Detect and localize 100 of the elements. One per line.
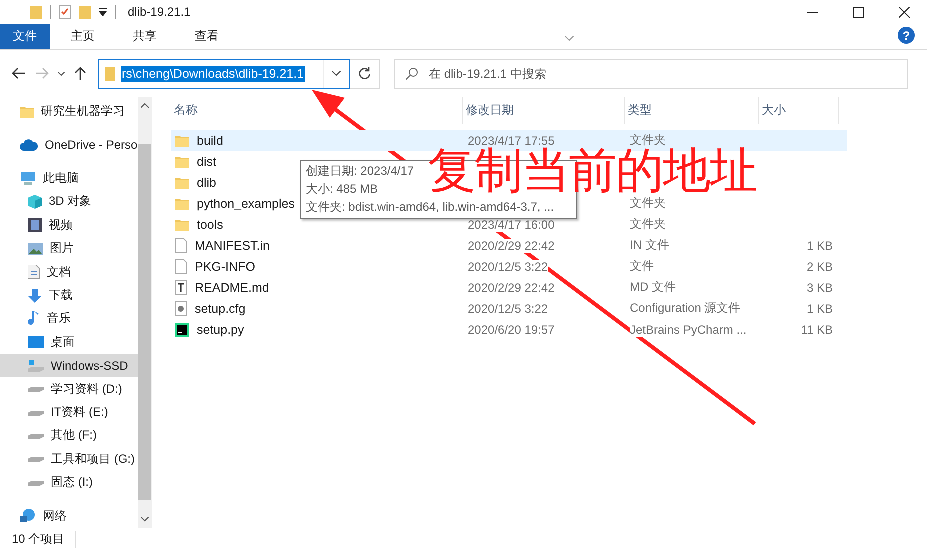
address-bar[interactable]: rs\cheng\Downloads\dlib-19.21.1 (98, 58, 350, 88)
drive-icon (28, 432, 44, 439)
file-name: python_examples (197, 196, 295, 210)
nav-item[interactable]: 其他 (F:) (0, 424, 138, 448)
file-type: 文件 (630, 258, 654, 275)
nav-item[interactable]: 图片 (0, 237, 138, 260)
nav-item[interactable]: 桌面 (0, 330, 138, 354)
file-name: dlib (197, 176, 216, 190)
folder-icon (175, 198, 189, 210)
network-icon (20, 509, 36, 524)
cube-icon (28, 194, 42, 209)
tooltip-line: 创建日期: 2023/4/17 (306, 163, 416, 180)
nav-item[interactable]: 工具和项目 (G:) (0, 448, 138, 472)
chevron-down-icon[interactable] (564, 36, 574, 40)
file-name: MANIFEST.in (195, 238, 270, 252)
column-header[interactable]: 类型 (625, 97, 759, 124)
music-note-icon (28, 311, 40, 326)
help-button[interactable]: ? (898, 27, 915, 44)
file-type: JetBrains PyCharm ... (630, 322, 747, 336)
drive-icon (28, 410, 44, 416)
computer-icon (20, 172, 36, 186)
system-drive-icon (28, 360, 44, 372)
address-path: rs\cheng\Downloads\dlib-19.21.1 (121, 66, 306, 82)
file-icon (175, 238, 187, 253)
nav-item[interactable]: 下载 (0, 284, 138, 308)
modified-date: 2020/6/20 19:57 (468, 322, 555, 336)
pycharm-icon (175, 322, 189, 336)
modified-date: 2020/2/29 22:42 (468, 238, 555, 252)
folder-icon (175, 156, 189, 168)
scroll-down-icon[interactable] (140, 517, 149, 522)
nav-item[interactable]: 学习资料 (D:) (0, 377, 138, 401)
scroll-up-icon[interactable] (140, 103, 149, 108)
ribbon-tab[interactable]: 共享 (116, 24, 174, 49)
nav-item[interactable]: 网络 (0, 504, 138, 528)
chevron-down-icon (58, 72, 64, 76)
file-name: tools (197, 218, 224, 232)
refresh-icon (358, 67, 370, 80)
file-name: PKG-INFO (195, 260, 256, 274)
window-title: dlib-19.21.1 (128, 5, 191, 19)
chevron-down-icon (332, 71, 341, 76)
file-name: setup.cfg (195, 302, 246, 316)
ribbon-tab[interactable]: 主页 (54, 24, 112, 49)
file-type: IN 文件 (630, 237, 670, 254)
desktop-icon (28, 336, 44, 348)
maximize-icon (852, 6, 864, 18)
nav-item[interactable]: 此电脑 (0, 166, 138, 190)
search-icon (406, 68, 418, 80)
ribbon-tab[interactable]: 查看 (178, 24, 236, 49)
nav-item[interactable]: 文档 (0, 260, 138, 284)
drive-icon (28, 386, 44, 392)
search-field[interactable]: 在 dlib-19.21.1 中搜索 (394, 58, 908, 88)
properties-icon[interactable] (59, 5, 71, 19)
file-name: setup.py (197, 322, 244, 336)
nav-item[interactable]: 3D 对象 (0, 190, 138, 214)
nav-item[interactable]: 固态 (I:) (0, 471, 138, 494)
file-size: 2 KB (806, 260, 833, 274)
download-arrow-icon (28, 288, 42, 303)
up-arrow-icon (74, 67, 86, 80)
nav-item[interactable]: Windows-SSD (0, 354, 138, 378)
close-icon (898, 6, 910, 18)
cloud-icon (20, 139, 38, 152)
column-header[interactable]: 大小 (759, 97, 839, 124)
scrollbar[interactable] (138, 97, 152, 528)
back-arrow-icon (12, 68, 24, 79)
file-size: 1 KB (806, 238, 833, 252)
modified-date: 2020/2/29 22:42 (468, 280, 555, 294)
file-type: Configuration 源文件 (630, 300, 741, 317)
folder-icon (175, 176, 189, 188)
file-type: 文件夹 (630, 195, 666, 212)
file-name: dist (197, 154, 216, 168)
document-icon (28, 265, 40, 280)
file-size: 1 KB (806, 302, 833, 316)
column-header[interactable]: 修改日期 (463, 97, 625, 124)
folder-icon (175, 218, 189, 230)
file-type: 文件夹 (630, 132, 666, 149)
nav-item[interactable]: 研究生机器学习 (0, 100, 138, 124)
nav-item[interactable]: 视频 (0, 214, 138, 238)
modified-date: 2020/12/5 3:22 (468, 260, 548, 274)
nav-item[interactable]: 音乐 (0, 307, 138, 331)
file-type: MD 文件 (630, 279, 676, 296)
file-size: 11 KB (801, 322, 833, 336)
refresh-button[interactable] (350, 58, 380, 88)
nav-item[interactable]: IT资料 (E:) (0, 400, 138, 424)
ribbon-tab[interactable]: 文件 (0, 24, 50, 49)
dropdown-icon[interactable] (99, 8, 107, 16)
file-name: README.md (195, 280, 270, 294)
modified-date: 2020/12/5 3:22 (468, 302, 548, 316)
modified-date: 2023/4/17 17:55 (468, 134, 555, 148)
gear-file-icon (175, 301, 187, 316)
drive-icon (28, 456, 44, 462)
forward-arrow-icon (36, 68, 48, 79)
text-file-icon (175, 280, 187, 295)
tooltip-line: 文件夹: bdist.win-amd64, lib.win-amd64-3.7, ... (306, 199, 556, 216)
file-type: 文件夹 (630, 216, 666, 233)
film-icon (28, 218, 42, 232)
nav-item[interactable]: OneDrive - Perso (0, 133, 138, 157)
drive-icon (28, 480, 44, 486)
folder-icon (105, 66, 115, 80)
tooltip-line: 大小: 485 MB (306, 181, 380, 198)
file-size: 3 KB (806, 280, 833, 294)
